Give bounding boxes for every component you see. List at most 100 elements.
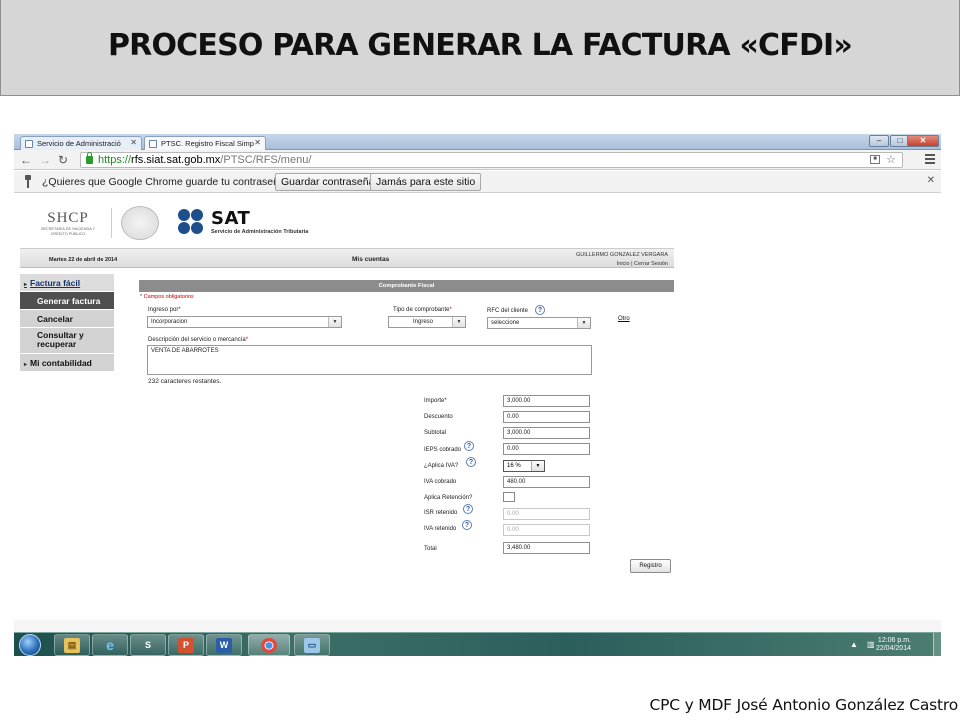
remote-desktop-icon[interactable]: ▭ <box>294 634 330 656</box>
sidebar-item-factura-facil[interactable]: ▸ Factura fácil <box>20 274 114 292</box>
forward-icon[interactable]: → <box>39 153 51 167</box>
descuento-field[interactable]: 0.00 <box>503 411 590 423</box>
close-tab-icon[interactable]: ✕ <box>254 138 261 147</box>
chevron-down-icon: ▼ <box>577 318 590 328</box>
bookmark-star-icon[interactable]: ☆ <box>886 153 896 166</box>
comprobante-form: Comprobante Fiscal * Campos obligatorios… <box>139 280 674 554</box>
iva-rate-select[interactable]: 16 % ▼ <box>503 460 545 472</box>
help-icon[interactable]: ? <box>464 441 474 451</box>
registro-button[interactable]: Registro <box>630 559 671 573</box>
menu-icon[interactable] <box>925 154 935 164</box>
remaining-chars: 232 caracteres restantes. <box>148 378 222 385</box>
close-window-button[interactable]: ✕ <box>907 135 939 147</box>
address-bar[interactable]: https://rfs.siat.sat.gob.mx/PTSC/RFS/men… <box>80 152 903 168</box>
chrome-icon[interactable] <box>248 634 290 656</box>
page-action-icon[interactable]: ■ <box>870 155 880 164</box>
browser-screenshot: Servicio de Administració ✕ PTSC. Regist… <box>14 134 941 656</box>
sidebar-item-mi-contabilidad[interactable]: ▸ Mi contabilidad <box>20 354 114 372</box>
network-icon[interactable]: ▥ <box>867 640 875 649</box>
subtotal-label: Subtotal <box>424 430 447 436</box>
iva-cobrado-field[interactable]: 480.00 <box>503 476 590 488</box>
ingreso-label: Ingreso por* <box>148 307 181 313</box>
caret-right-icon: ▸ <box>24 362 28 368</box>
otro-link[interactable]: Otro <box>618 316 630 322</box>
tab-ptsc[interactable]: PTSC. Registro Fiscal Simp ✕ <box>144 136 266 150</box>
tab-sat[interactable]: Servicio de Administració ✕ <box>20 136 142 150</box>
sat-page: SHCP SECRETARÍA DE HACIENDA Y CRÉDITO PÚ… <box>14 194 941 632</box>
back-icon[interactable]: ← <box>20 153 32 167</box>
internet-explorer-icon[interactable]: e <box>92 634 128 656</box>
importe-field[interactable]: 3,000.00 <box>503 395 590 407</box>
word-icon[interactable]: W <box>206 634 242 656</box>
tipo-label: Tipo de comprobante* <box>393 307 452 313</box>
sidebar-item-cancelar[interactable]: Cancelar <box>20 310 114 328</box>
importe-label: Importe* <box>424 398 447 404</box>
aplica-iva-label: ¿Aplica IVA? <box>424 463 459 469</box>
help-icon[interactable]: ? <box>463 504 473 514</box>
close-tab-icon[interactable]: ✕ <box>130 138 137 147</box>
sidebar-item-consultar[interactable]: Consultar y recuperar <box>20 328 114 354</box>
tray-clock[interactable]: 12:06 p.m. 22/04/2014 <box>876 637 911 653</box>
chevron-down-icon: ▼ <box>328 317 341 327</box>
reload-icon[interactable]: ↻ <box>58 153 68 167</box>
lock-icon <box>86 152 93 164</box>
isr-label: ISR retenido <box>424 510 458 516</box>
title-band: PROCESO PARA GENERAR LA FACTURA «CFDI» <box>0 0 960 96</box>
isr-field[interactable]: 0.00 <box>503 508 590 520</box>
minimize-button[interactable]: – <box>869 135 889 147</box>
tab-label: PTSC. Registro Fiscal Simp <box>161 139 254 148</box>
descuento-label: Descuento <box>424 414 453 420</box>
ingreso-select[interactable]: Incorporacion ▼ <box>147 316 342 328</box>
iva-retenido-label: IVA retenido <box>424 526 457 532</box>
show-desktop-button[interactable] <box>933 633 941 656</box>
save-password-button[interactable]: Guardar contraseña <box>275 173 381 191</box>
key-icon <box>25 175 31 188</box>
subtotal-field[interactable]: 3,000.00 <box>503 427 590 439</box>
rfc-select[interactable]: seleccione ▼ <box>487 317 591 329</box>
sidebar-item-generar-factura[interactable]: Generar factura <box>20 292 114 310</box>
tipo-select[interactable]: Ingreso ▼ <box>388 316 466 328</box>
help-icon[interactable]: ? <box>535 305 545 315</box>
iva-cobrado-label: IVA cobrado <box>424 479 457 485</box>
desc-label: Descripción del servicio o mercancía* <box>148 337 249 343</box>
help-icon[interactable]: ? <box>466 457 476 467</box>
tab-label: Servicio de Administració <box>37 139 121 148</box>
ieps-field[interactable]: 0.00 <box>503 443 590 455</box>
section-title: Mis cuentas <box>352 256 390 263</box>
explorer-icon[interactable]: ▤ <box>54 634 90 656</box>
user-bar: Martes 22 de abril de 2014 Mis cuentas G… <box>20 248 674 268</box>
description-textarea[interactable]: VENTA DE ABARROTES <box>147 345 592 375</box>
ieps-label: IEPS cobrado <box>424 447 462 453</box>
retencion-checkbox[interactable] <box>503 492 515 502</box>
browser-navbar: ← → ↻ https://rfs.siat.sat.gob.mx/PTSC/R… <box>14 150 941 170</box>
browser-tabbar: Servicio de Administració ✕ PTSC. Regist… <box>14 134 941 150</box>
total-field[interactable]: 3,480.00 <box>503 542 590 554</box>
session-links[interactable]: Inicio | Cerrar Sesión <box>617 261 668 267</box>
current-date: Martes 22 de abril de 2014 <box>49 257 118 263</box>
start-button[interactable] <box>19 634 41 656</box>
page-icon <box>149 140 157 148</box>
powerpoint-icon[interactable]: P <box>168 634 204 656</box>
tray-arrow-icon[interactable]: ▲ <box>850 640 858 649</box>
required-note: * Campos obligatorios <box>140 294 194 300</box>
aplica-retencion-label: Aplica Retención? <box>424 495 473 501</box>
never-save-button[interactable]: Jamás para este sitio <box>370 173 482 191</box>
close-infobar-icon[interactable]: ✕ <box>927 175 935 186</box>
national-seal-icon <box>121 206 159 240</box>
user-name: GUILLERMO GONZALEZ VERGARA <box>576 252 668 258</box>
password-infobar: ¿Quieres que Google Chrome guarde tu con… <box>14 171 941 193</box>
sat-dots-icon <box>178 209 208 235</box>
skype-icon[interactable]: S <box>130 634 166 656</box>
infobar-question: ¿Quieres que Google Chrome guarde tu con… <box>42 176 291 188</box>
chevron-down-icon: ▼ <box>452 317 465 327</box>
page-scroll-area <box>14 620 941 632</box>
shcp-logo: SHCP SECRETARÍA DE HACIENDA Y CRÉDITO PÚ… <box>40 210 96 236</box>
url-text: https://rfs.siat.sat.gob.mx/PTSC/RFS/men… <box>98 154 312 166</box>
favicon-icon <box>25 140 33 148</box>
help-icon[interactable]: ? <box>462 520 472 530</box>
slide: PROCESO PARA GENERAR LA FACTURA «CFDI» S… <box>0 0 960 720</box>
logo-divider <box>111 208 112 238</box>
chevron-down-icon: ▼ <box>531 461 544 471</box>
slide-title: PROCESO PARA GENERAR LA FACTURA «CFDI» <box>107 28 853 63</box>
iva-retenido-field[interactable]: 0.00 <box>503 524 590 536</box>
